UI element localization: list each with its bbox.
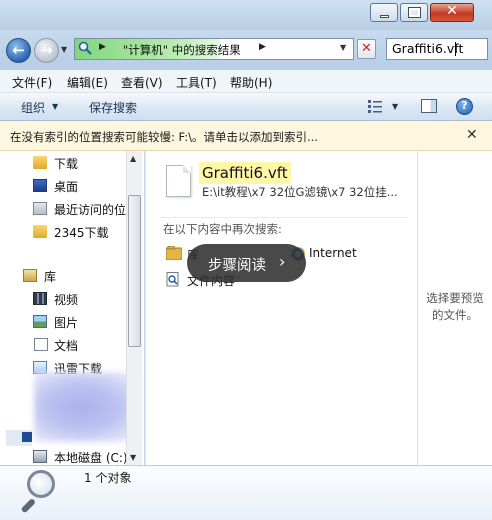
- address-dropdown[interactable]: ▼: [340, 43, 346, 52]
- video-library-icon: [33, 292, 47, 305]
- menu-bar: 文件(F) 编辑(E) 查看(V) 工具(T) 帮助(H): [0, 70, 492, 93]
- navigation-pane-scrollbar[interactable]: ▲ ▼: [126, 151, 142, 465]
- organize-button[interactable]: 组织: [21, 99, 45, 116]
- result-file-name[interactable]: Graffiti6.vft: [199, 162, 291, 184]
- library-icon[interactable]: [166, 246, 182, 260]
- folder-icon: [33, 225, 47, 238]
- close-button[interactable]: ✕: [430, 3, 474, 22]
- result-file-path: E:\it教程\x7 32位G滤镜\x7 32位挂...: [202, 185, 398, 199]
- chevron-right-icon: ›: [279, 252, 286, 271]
- forward-button[interactable]: →: [34, 38, 59, 63]
- blurred-region: [34, 372, 140, 442]
- save-search-button[interactable]: 保存搜索: [89, 99, 137, 116]
- close-icon: ✕: [446, 3, 458, 19]
- scroll-up-icon[interactable]: ▲: [130, 154, 136, 163]
- details-pane: [0, 465, 492, 520]
- search-again-title: 在以下内容中再次搜索:: [163, 222, 282, 236]
- step-reading-label: 步骤阅读: [208, 258, 266, 274]
- file-icon[interactable]: [166, 165, 191, 197]
- back-arrow-icon: ←: [12, 41, 25, 59]
- preview-placeholder-text: 选择要预览的文件。: [426, 291, 484, 322]
- breadcrumb-separator[interactable]: ▶: [259, 42, 266, 52]
- back-button[interactable]: ←: [6, 38, 31, 63]
- text-caret: [455, 42, 456, 56]
- scrollbar-thumb[interactable]: [128, 195, 141, 347]
- forward-arrow-icon: →: [40, 41, 53, 59]
- address-bar[interactable]: ▶ "计算机" 中的搜索结果 ▶ ▼: [74, 38, 354, 60]
- divider: [160, 217, 408, 218]
- help-icon[interactable]: ?: [456, 98, 473, 115]
- documents-library-icon: [34, 338, 48, 351]
- menu-file[interactable]: 文件(F): [12, 74, 52, 91]
- scroll-down-icon[interactable]: ▼: [130, 453, 136, 462]
- view-options-icon[interactable]: [368, 100, 382, 113]
- search-again-internet[interactable]: Internet: [309, 246, 357, 260]
- download-folder-icon: [33, 156, 47, 169]
- menu-tools[interactable]: 工具(T): [176, 74, 217, 91]
- menu-edit[interactable]: 编辑(E): [67, 74, 108, 91]
- search-folder-icon: [78, 41, 92, 55]
- desktop-icon: [33, 179, 47, 192]
- step-reading-button[interactable]: 步骤阅读 ›: [187, 244, 306, 282]
- local-disk-icon: [33, 450, 47, 463]
- pictures-library-icon: [33, 315, 47, 328]
- breadcrumb-separator[interactable]: ▶: [99, 42, 106, 52]
- maximize-button[interactable]: [400, 3, 428, 22]
- info-bar-message[interactable]: 在没有索引的位置搜索可能较慢: F:\。请单击以添加到索引...: [10, 129, 318, 145]
- close-icon: ✕: [361, 41, 372, 56]
- search-input-value: Graffiti6.vft: [392, 41, 464, 56]
- search-input[interactable]: Graffiti6.vft: [386, 38, 488, 60]
- stop-search-button[interactable]: ✕: [357, 39, 376, 59]
- index-info-bar[interactable]: 在没有索引的位置搜索可能较慢: F:\。请单击以添加到索引... ✕: [0, 121, 492, 151]
- breadcrumb[interactable]: "计算机" 中的搜索结果: [123, 42, 241, 58]
- file-contents-icon[interactable]: [166, 272, 180, 287]
- menu-view[interactable]: 查看(V): [121, 74, 163, 91]
- recent-pages-dropdown[interactable]: ▼: [61, 45, 67, 54]
- chevron-down-icon[interactable]: ▼: [392, 102, 398, 111]
- computer-icon: [22, 432, 32, 442]
- minimize-button[interactable]: [370, 3, 398, 22]
- navigation-bar: ← → ▼ ▶ "计算机" 中的搜索结果 ▶ ▼ ✕ Graffiti6.vft: [0, 30, 492, 70]
- magnifier-icon: [27, 470, 55, 498]
- close-icon[interactable]: ✕: [466, 127, 478, 143]
- preview-pane-icon[interactable]: [421, 99, 437, 113]
- menu-help[interactable]: 帮助(H): [230, 74, 272, 91]
- chevron-down-icon[interactable]: ▼: [52, 102, 58, 111]
- library-icon: [23, 269, 37, 282]
- command-bar: 组织 ▼ 保存搜索 ▼ ?: [0, 93, 492, 121]
- recent-places-icon: [33, 202, 47, 215]
- item-count: 1 个对象: [84, 471, 132, 485]
